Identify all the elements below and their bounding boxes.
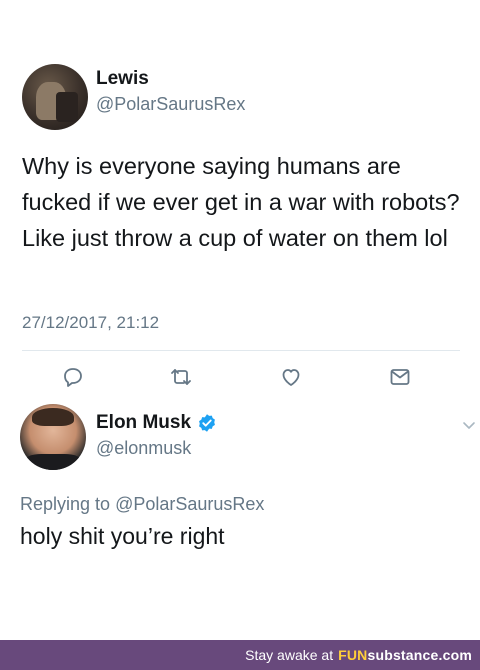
tweet-text: Why is everyone saying humans are fucked… (22, 153, 460, 251)
avatar-hair (32, 408, 74, 426)
footer-tagline: Stay awake at (245, 647, 334, 663)
user-handle[interactable]: @elonmusk (96, 438, 191, 459)
mention-link[interactable]: @PolarSaurusRex (115, 494, 264, 514)
verified-badge-icon (199, 414, 215, 432)
avatar-lewis[interactable] (22, 64, 88, 130)
avatar-suit (24, 454, 82, 470)
watermark-footer: Stay awake at FUNsubstance.com (0, 640, 480, 670)
like-button[interactable] (274, 360, 308, 394)
brand-suffix: substance (367, 647, 439, 663)
tweet-text: holy shit you’re right (20, 523, 225, 549)
avatar-elon-musk[interactable] (20, 404, 86, 470)
brand-prefix: FUN (338, 647, 368, 663)
avatar-object (56, 92, 78, 122)
heart-icon (282, 369, 300, 386)
display-name-row[interactable]: Elon Musk (96, 412, 217, 434)
replying-to: Replying to @PolarSaurusRex (20, 494, 264, 515)
chevron-down-icon[interactable] (462, 418, 476, 432)
tweet-timestamp[interactable]: 27/12/2017, 21:12 (22, 313, 159, 333)
tweet-actions (0, 360, 480, 394)
message-button[interactable] (383, 360, 417, 394)
retweet-button[interactable] (164, 360, 198, 394)
user-handle[interactable]: @PolarSaurusRex (96, 94, 245, 115)
reply-icon (64, 368, 82, 387)
reply-button[interactable] (56, 360, 90, 394)
replying-prefix: Replying to (20, 494, 111, 514)
display-name[interactable]: Elon Musk (96, 412, 191, 434)
brand-domain: .com (438, 647, 472, 663)
envelope-icon (390, 369, 410, 385)
footer-brand[interactable]: FUNsubstance.com (338, 647, 472, 663)
divider (22, 350, 460, 351)
display-name[interactable]: Lewis (96, 68, 149, 90)
retweet-icon (171, 369, 191, 385)
